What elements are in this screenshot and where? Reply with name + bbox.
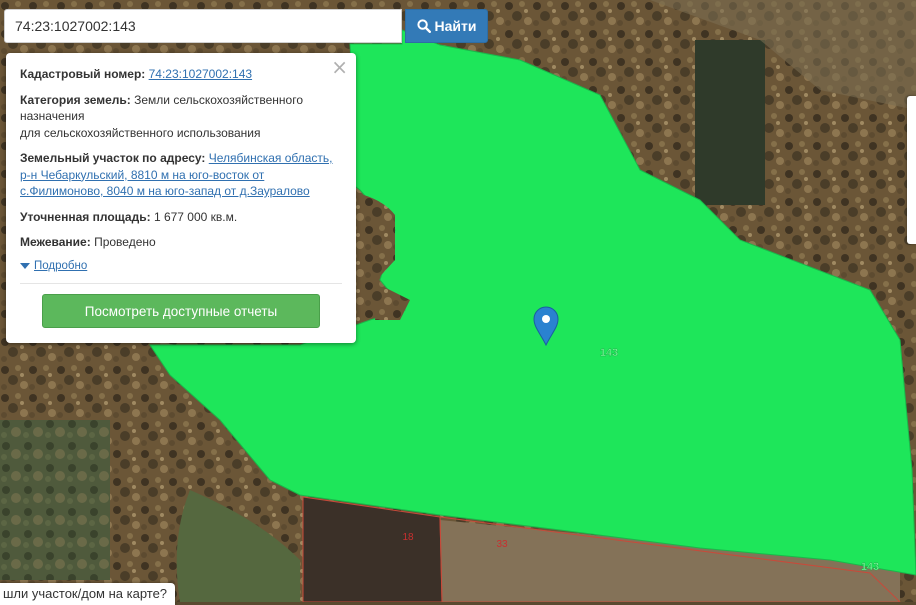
address-row: Земельный участок по адресу: Челябинская… [20, 150, 342, 200]
survey-row: Межевание: Проведено [20, 234, 342, 251]
address-link[interactable]: р-н Чебаркульский, 8810 м на юго-восток … [20, 168, 264, 182]
area-value: 1 677 000 кв.м. [153, 209, 238, 224]
caret-down-icon [20, 262, 30, 269]
parcel-info-popup: × Кадастровый номер: 74:23:1027002:143 К… [6, 53, 356, 343]
search-input[interactable] [4, 9, 402, 43]
close-icon[interactable]: × [331, 57, 348, 77]
forest-dark-patch [695, 40, 765, 205]
cadastral-row: Кадастровый номер: 74:23:1027002:143 [20, 66, 342, 83]
parcel-label: 33 [496, 539, 508, 550]
address-label: Земельный участок по адресу: [20, 151, 206, 165]
area-label: Уточненная площадь: [20, 209, 151, 224]
survey-value: Проведено [94, 235, 156, 249]
side-panel-edge[interactable] [907, 96, 916, 244]
view-reports-button[interactable]: Посмотреть доступные отчеты [42, 294, 320, 328]
category-value: для сельскохозяйственного использования [20, 125, 261, 140]
category-row: Категория земель: Земли сельскохозяйстве… [20, 92, 342, 142]
survey-label: Межевание: [20, 235, 91, 249]
divider [20, 283, 342, 284]
parcel-label: 143 [600, 347, 618, 359]
details-toggle[interactable]: Подробно [20, 258, 342, 275]
parcel-label: 18 [402, 532, 414, 543]
cadastral-link[interactable]: 74:23:1027002:143 [149, 67, 252, 81]
category-value: Земли сельскохозяйственного [134, 92, 304, 107]
details-link[interactable]: Подробно [34, 258, 87, 275]
search-button[interactable]: Найти [405, 9, 488, 43]
address-link[interactable]: Челябинская область, [209, 151, 333, 165]
category-value: назначения [20, 109, 85, 123]
search-button-label: Найти [434, 18, 477, 34]
parcel-label: 143 [861, 561, 879, 573]
area-row: Уточненная площадь: 1 677 000 кв.м. [20, 209, 342, 226]
category-label: Категория земель: [20, 92, 131, 107]
cadastral-label: Кадастровый номер: [20, 67, 146, 81]
address-link[interactable]: с.Филимоново, 8040 м на юго-запад от д.З… [20, 184, 310, 198]
search-icon [416, 19, 431, 33]
forest-dark-patch [0, 420, 110, 580]
help-prompt-text: шли участок/дом на карте? [3, 586, 168, 601]
